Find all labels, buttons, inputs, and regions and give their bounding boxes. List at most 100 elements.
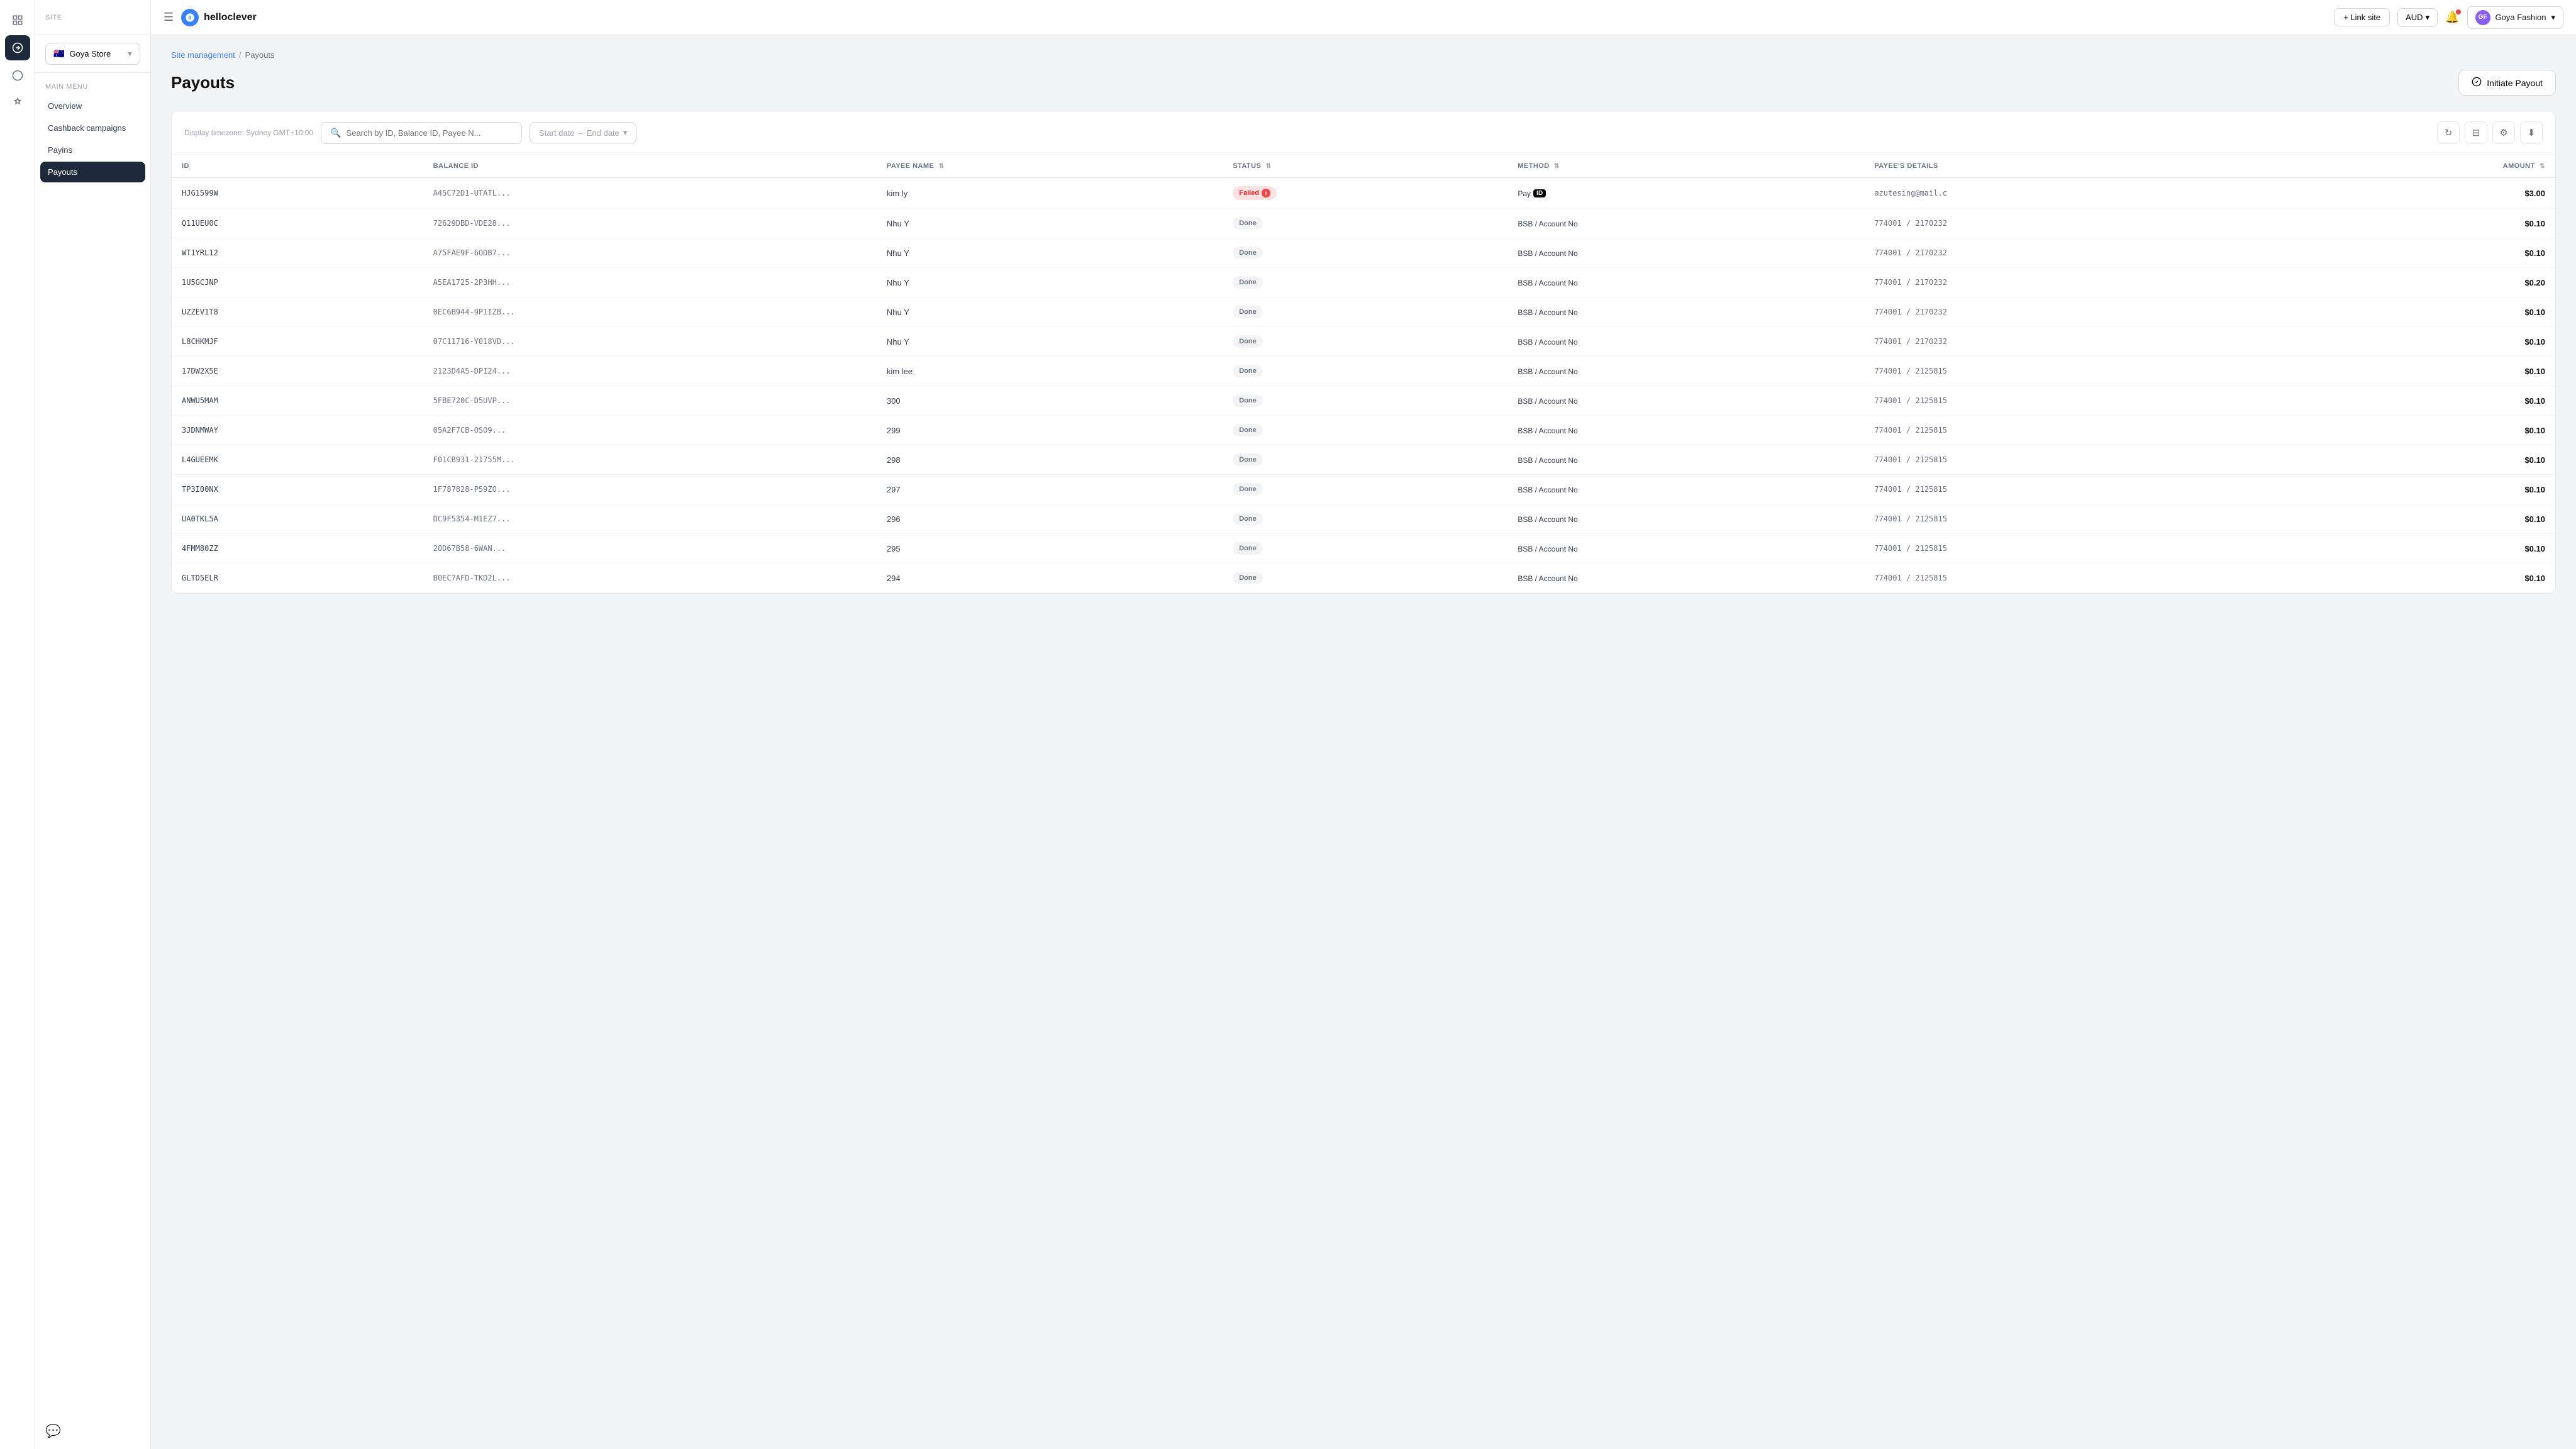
main-area: ☰ helloclever + Link site AUD ▾ 🔔 xyxy=(151,0,2576,1449)
refresh-button[interactable]: ↻ xyxy=(2437,121,2460,144)
table-row[interactable]: 17DW2X5E 2123D4A5-DPI24... kim lee Done … xyxy=(172,357,2555,386)
table-toolbar: Display timezone: Sydney GMT+10:00 🔍 Sta… xyxy=(172,111,2555,155)
cell-amount: $0.10 xyxy=(2277,209,2555,238)
status-badge-done: Done xyxy=(1233,306,1263,318)
date-separator: – xyxy=(578,128,582,138)
cell-id: ANWU5MAM xyxy=(172,386,423,416)
notification-button[interactable]: 🔔 xyxy=(2445,11,2459,24)
sidebar-icon-payouts[interactable] xyxy=(5,35,30,60)
table-row[interactable]: 1U5GCJNP A5EA1725-2P3HH... Nhu Y Done BS… xyxy=(172,268,2555,297)
col-amount[interactable]: AMOUNT ⇅ xyxy=(2277,155,2555,178)
cell-id: HJG1599W xyxy=(172,178,423,209)
table-row[interactable]: WT1YRL12 A75FAE9F-6ODB7... Nhu Y Done BS… xyxy=(172,238,2555,268)
col-method[interactable]: METHOD ⇅ xyxy=(1507,155,1864,178)
sidebar-icon-grid[interactable] xyxy=(5,8,30,33)
cell-id: Q11UEU0C xyxy=(172,209,423,238)
download-button[interactable]: ⬇ xyxy=(2520,121,2543,144)
cell-payee-details: 774001 / 2170232 xyxy=(1864,268,2277,297)
cell-amount: $0.10 xyxy=(2277,475,2555,504)
cell-payee-details: 774001 / 2125815 xyxy=(1864,564,2277,593)
table-row[interactable]: L4GUEEMK F01CB931-21755M... 298 Done BSB… xyxy=(172,445,2555,475)
cell-method: BSB / Account No xyxy=(1507,534,1864,564)
status-badge-done: Done xyxy=(1233,276,1263,289)
site-selector[interactable]: 🇦🇺 Goya Store ▾ xyxy=(45,43,140,65)
col-status[interactable]: STATUS ⇅ xyxy=(1223,155,1507,178)
cell-id: 1U5GCJNP xyxy=(172,268,423,297)
cell-method: BSB / Account No xyxy=(1507,386,1864,416)
cell-method: Pay ID xyxy=(1507,178,1864,209)
link-site-button[interactable]: + Link site xyxy=(2334,8,2390,26)
cell-payee-name: 298 xyxy=(877,445,1223,475)
user-menu-button[interactable]: GF Goya Fashion ▾ xyxy=(2467,6,2563,29)
status-badge-done: Done xyxy=(1233,453,1263,466)
link-site-label: + Link site xyxy=(2343,13,2380,22)
table-row[interactable]: Q11UEU0C 72629DBD-VDE28... Nhu Y Done BS… xyxy=(172,209,2555,238)
table-row[interactable]: L8CHKMJF 07C11716-Y018VD... Nhu Y Done B… xyxy=(172,327,2555,357)
cell-method: BSB / Account No xyxy=(1507,268,1864,297)
cell-balance-id: 05A2F7CB-OSO9... xyxy=(423,416,877,445)
badge-info-icon: i xyxy=(1262,189,1270,197)
cell-payee-name: 295 xyxy=(877,534,1223,564)
site-name: Goya Store xyxy=(69,49,123,58)
cell-amount: $0.10 xyxy=(2277,357,2555,386)
cell-amount: $0.10 xyxy=(2277,504,2555,534)
table-row[interactable]: UZZEV1T8 0EC6B944-9P1IZB... Nhu Y Done B… xyxy=(172,297,2555,327)
status-badge-done: Done xyxy=(1233,365,1263,377)
status-badge-done: Done xyxy=(1233,572,1263,584)
cell-balance-id: 20D67B58-6WAN... xyxy=(423,534,877,564)
sidebar-icon-column xyxy=(0,0,35,1449)
cell-method: BSB / Account No xyxy=(1507,504,1864,534)
download-icon: ⬇ xyxy=(2528,127,2536,138)
sidebar-item-payins[interactable]: Payins xyxy=(40,140,145,160)
table-row[interactable]: GLTD5ELR B0EC7AFD-TKD2L... 294 Done BSB … xyxy=(172,564,2555,593)
cell-amount: $0.10 xyxy=(2277,386,2555,416)
status-badge-done: Done xyxy=(1233,394,1263,407)
method-cell: Pay ID xyxy=(1518,189,1546,198)
search-input[interactable] xyxy=(347,128,513,138)
cell-balance-id: 1F787828-P59ZO... xyxy=(423,475,877,504)
table-row[interactable]: 3JDNMWAY 05A2F7CB-OSO9... 299 Done BSB /… xyxy=(172,416,2555,445)
sidebar-item-payouts[interactable]: Payouts xyxy=(40,162,145,182)
topbar-right: + Link site AUD ▾ 🔔 GF Goya Fashion ▾ xyxy=(2334,6,2563,29)
sidebar-icon-analytics[interactable] xyxy=(5,63,30,88)
filter-button[interactable]: ⊟ xyxy=(2465,121,2487,144)
sidebar-icon-settings[interactable] xyxy=(5,91,30,116)
cell-status: Done xyxy=(1223,209,1507,238)
column-settings-button[interactable]: ⚙ xyxy=(2492,121,2515,144)
cell-amount: $0.10 xyxy=(2277,564,2555,593)
cell-status: Done xyxy=(1223,475,1507,504)
status-badge-done: Done xyxy=(1233,335,1263,348)
table-row[interactable]: ANWU5MAM 5FBE720C-D5UVP... 300 Done BSB … xyxy=(172,386,2555,416)
cell-id: GLTD5ELR xyxy=(172,564,423,593)
col-payee-name[interactable]: PAYEE NAME ⇅ xyxy=(877,155,1223,178)
cell-payee-details: 774001 / 2125815 xyxy=(1864,386,2277,416)
page-content: Site management / Payouts Payouts Initia… xyxy=(151,35,2576,1449)
table-row[interactable]: TP3I00NX 1F787828-P59ZO... 297 Done BSB … xyxy=(172,475,2555,504)
breadcrumb-site-management[interactable]: Site management xyxy=(171,50,235,60)
payouts-table: ID BALANCE ID PAYEE NAME ⇅ STATUS ⇅ METH… xyxy=(172,155,2555,593)
date-range-picker[interactable]: Start date – End date ▾ xyxy=(530,122,636,143)
table-row[interactable]: HJG1599W A45C72D1-UTATL... kim ly Failed… xyxy=(172,178,2555,209)
cell-payee-name: 299 xyxy=(877,416,1223,445)
support-icon[interactable]: 💬 xyxy=(45,1424,61,1438)
initiate-payout-button[interactable]: Initiate Payout xyxy=(2458,70,2556,96)
user-avatar: GF xyxy=(2475,10,2490,25)
method-cell: BSB / Account No xyxy=(1518,515,1577,524)
cell-payee-details: 774001 / 2170232 xyxy=(1864,238,2277,268)
search-box[interactable]: 🔍 xyxy=(321,122,522,144)
method-cell: BSB / Account No xyxy=(1518,426,1577,435)
sidebar-item-cashback[interactable]: Cashback campaigns xyxy=(40,118,145,138)
method-cell: BSB / Account No xyxy=(1518,545,1577,553)
refresh-icon: ↻ xyxy=(2445,127,2453,138)
cell-method: BSB / Account No xyxy=(1507,475,1864,504)
table-header: ID BALANCE ID PAYEE NAME ⇅ STATUS ⇅ METH… xyxy=(172,155,2555,178)
sidebar-item-overview[interactable]: Overview xyxy=(40,96,145,116)
page-title: Payouts xyxy=(171,73,235,92)
filter-icon: ⊟ xyxy=(2472,127,2480,138)
method-cell: BSB / Account No xyxy=(1518,574,1577,583)
table-row[interactable]: 4FMM80ZZ 20D67B58-6WAN... 295 Done BSB /… xyxy=(172,534,2555,564)
currency-selector[interactable]: AUD ▾ xyxy=(2397,8,2438,27)
site-flag: 🇦🇺 xyxy=(53,48,64,59)
menu-toggle-icon[interactable]: ☰ xyxy=(164,11,174,24)
table-row[interactable]: UA0TKL5A DC9F5354-M1EZ7... 296 Done BSB … xyxy=(172,504,2555,534)
